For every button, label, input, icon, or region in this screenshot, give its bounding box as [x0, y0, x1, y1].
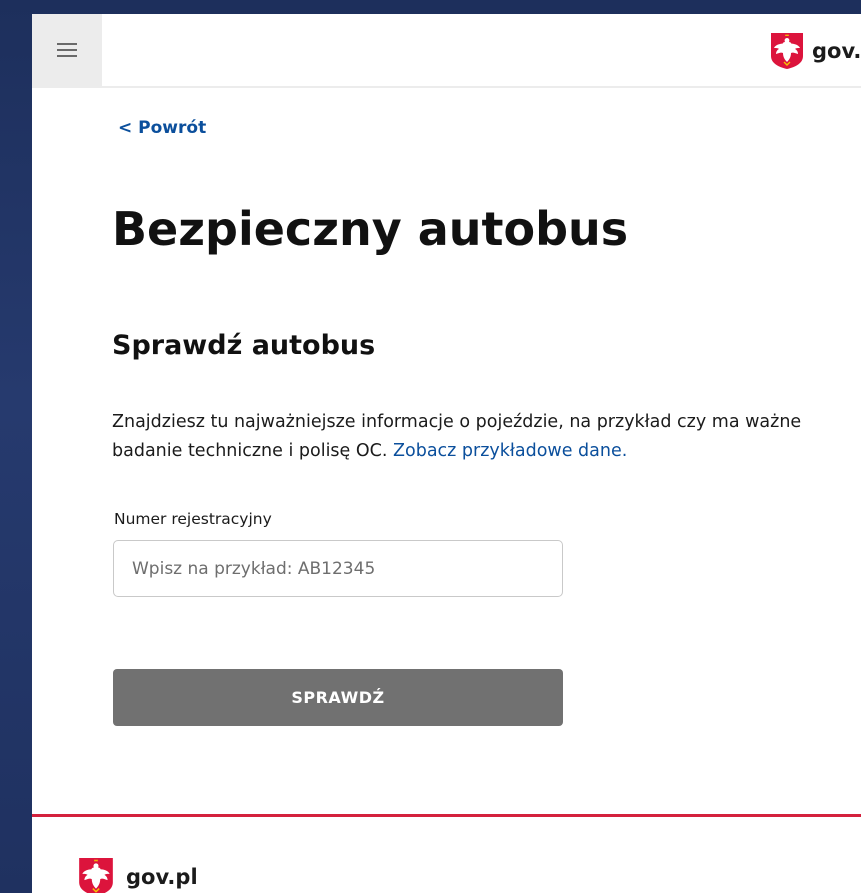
menu-button[interactable] [32, 14, 102, 86]
polish-eagle-emblem-icon [79, 858, 113, 893]
description-text: Znajdziesz tu najważniejsze informacje o… [112, 408, 832, 466]
footer-divider [32, 814, 861, 817]
hamburger-menu-icon [57, 43, 77, 57]
footer-logo[interactable]: gov.pl [78, 857, 198, 893]
registration-number-label: Numer rejestracyjny [114, 510, 272, 528]
example-data-link[interactable]: Zobacz przykładowe dane. [393, 441, 627, 461]
page-container: gov.pl < Powrót Bezpieczny autobus Spraw… [32, 14, 861, 893]
back-link[interactable]: < Powrót [118, 118, 206, 138]
polish-eagle-emblem-icon [771, 33, 803, 69]
footer-logo-text: gov.pl [126, 865, 198, 889]
registration-number-input[interactable] [113, 540, 563, 597]
check-button[interactable]: SPRAWDŹ [113, 669, 563, 726]
header-logo-text: gov.pl [812, 39, 861, 63]
section-title: Sprawdź autobus [112, 330, 376, 361]
site-header: gov.pl [32, 14, 861, 88]
page-title: Bezpieczny autobus [112, 202, 629, 256]
header-logo[interactable]: gov.pl [770, 32, 861, 70]
